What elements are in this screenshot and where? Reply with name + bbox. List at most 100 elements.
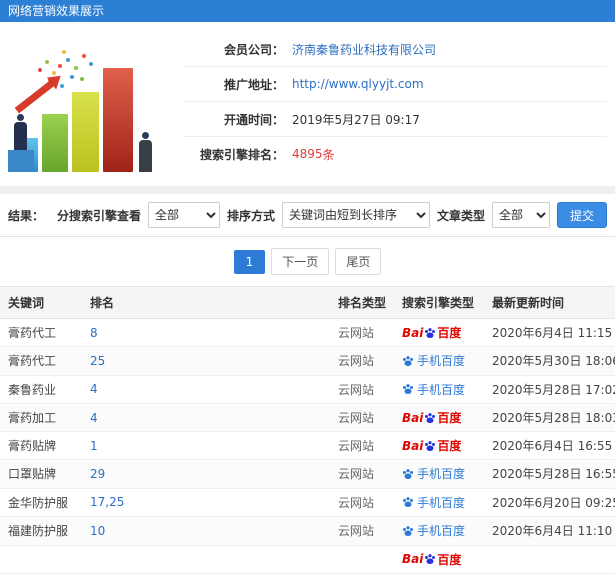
chart-bar-lime bbox=[72, 92, 99, 172]
column-header: 排名 bbox=[82, 286, 330, 319]
info-row: 推广地址： http://www.qlyyjt.com bbox=[184, 67, 607, 102]
table-row: 膏药代工 25 云网站 手机百度 2020年5月30日 18:06 bbox=[0, 346, 615, 376]
keyword-cell: 膏药代工 bbox=[0, 346, 82, 376]
engine-filter-label: 分搜索引擎查看 bbox=[56, 208, 141, 223]
rank-link[interactable]: 4 bbox=[90, 382, 98, 396]
article-type-select[interactable]: 全部 bbox=[491, 202, 550, 228]
paw-icon bbox=[403, 525, 413, 536]
rank-link[interactable]: 17,25 bbox=[90, 495, 124, 509]
paw-icon bbox=[425, 440, 436, 451]
engine-cell: Bai 百度 bbox=[394, 545, 484, 574]
rank-cell: 25 bbox=[82, 346, 330, 376]
baidu-logo-text: Bai bbox=[402, 325, 424, 340]
rank-table-header: 关键词 排名 排名类型 搜索引擎类型 最新更新时间 bbox=[0, 286, 615, 319]
rank-link[interactable]: 4 bbox=[90, 411, 98, 425]
keyword-cell: 秦鲁药业 bbox=[0, 375, 82, 404]
rank-type-label: 云网站 bbox=[338, 524, 375, 539]
table-row: 金华防护服 17,25 云网站 手机百度 2020年6月20日 09:25 bbox=[0, 488, 615, 517]
rank-cell: 8 bbox=[82, 318, 330, 347]
rank-type-cell bbox=[330, 545, 394, 574]
rank-type-cell: 云网站 bbox=[330, 318, 394, 347]
updated-cell: 2020年5月28日 18:03 bbox=[484, 403, 615, 432]
rank-type-label: 云网站 bbox=[338, 495, 375, 510]
rank-link[interactable]: 8 bbox=[90, 326, 98, 340]
mobile-baidu-label: 手机百度 bbox=[417, 382, 466, 397]
info-row: 搜索引擎排名： 4895 条 bbox=[184, 137, 607, 171]
sort-select[interactable]: 关键词由短到长排序 bbox=[281, 202, 430, 228]
rank-type-label: 云网站 bbox=[338, 354, 375, 369]
engine-select[interactable]: 全部 bbox=[147, 202, 220, 228]
engine-cell: 手机百度 bbox=[394, 375, 484, 404]
keyword-cell: 膏药代工 bbox=[0, 318, 82, 347]
rank-cell: 4 bbox=[82, 375, 330, 404]
rank-link[interactable]: 29 bbox=[90, 467, 105, 481]
rank-link[interactable]: 1 bbox=[90, 439, 98, 453]
last-page-button[interactable]: 尾页 bbox=[335, 248, 382, 275]
next-page-button[interactable]: 下一页 bbox=[271, 248, 330, 275]
baidu-logo-cn: 百度 bbox=[437, 326, 462, 340]
keyword-cell: 口罩贴牌 bbox=[0, 459, 82, 489]
paw-icon bbox=[403, 497, 413, 507]
rank-link[interactable]: 10 bbox=[90, 524, 105, 538]
sort-filter-label: 排序方式 bbox=[226, 208, 275, 223]
mobile-baidu-label: 手机百度 bbox=[417, 467, 466, 481]
updated-cell: 2020年6月20日 09:25 bbox=[484, 488, 615, 517]
baidu-logo-cn: 百度 bbox=[437, 439, 462, 453]
rank-type-cell: 云网站 bbox=[330, 346, 394, 376]
rank-link[interactable]: 25 bbox=[90, 354, 105, 368]
info-value: 2019年5月27日 09:17 bbox=[292, 112, 420, 127]
baidu-logo: Bai 百度 bbox=[402, 324, 461, 341]
baidu-logo: Bai 百度 bbox=[402, 437, 461, 454]
baidu-logo-cn: 百度 bbox=[437, 411, 462, 425]
table-row: 秦鲁药业 4 云网站 手机百度 2020年5月28日 17:02 bbox=[0, 375, 615, 404]
engine-cell: 手机百度 bbox=[394, 459, 484, 489]
info-row: 开通时间： 2019年5月27日 09:17 bbox=[184, 102, 607, 137]
info-value-link[interactable]: 济南秦鲁药业科技有限公司 bbox=[292, 41, 436, 58]
results-label: 结果： bbox=[8, 208, 45, 223]
paw-icon bbox=[425, 412, 436, 423]
baidu-logo-cn: 百度 bbox=[437, 552, 462, 567]
table-row: Bai 百度 bbox=[0, 545, 615, 574]
mobile-baidu-label: 手机百度 bbox=[417, 354, 466, 368]
rank-type-label: 云网站 bbox=[338, 467, 375, 482]
submit-button[interactable]: 提交 bbox=[556, 202, 607, 228]
engine-cell: 手机百度 bbox=[394, 516, 484, 546]
baidu-logo-text: Bai bbox=[402, 438, 424, 453]
confetti-dots bbox=[58, 64, 62, 68]
mobile-baidu: 手机百度 bbox=[402, 465, 465, 482]
businessman-left bbox=[14, 114, 27, 150]
engine-cell: Bai 百度 bbox=[394, 318, 484, 347]
updated-cell: 2020年5月28日 16:55 bbox=[484, 459, 615, 489]
rank-cell: 4 bbox=[82, 403, 330, 432]
table-row: 福建防护服 10 云网站 手机百度 2020年6月4日 11:10 bbox=[0, 516, 615, 546]
mobile-baidu: 手机百度 bbox=[402, 381, 465, 398]
mobile-baidu-label: 手机百度 bbox=[417, 524, 466, 538]
updated-cell: 2020年6月4日 11:10 bbox=[484, 516, 615, 546]
mobile-baidu: 手机百度 bbox=[402, 494, 465, 511]
businessman-right bbox=[139, 132, 152, 172]
growth-arrow-icon bbox=[14, 79, 56, 114]
engine-cell: Bai 百度 bbox=[394, 403, 484, 432]
filter-controls: 分搜索引擎查看 全部 排序方式 关键词由短到长排序 文章类型 全部 提交 bbox=[57, 202, 607, 228]
table-row: 膏药代工 8 云网站 Bai 百度 2020年6月4日 11:15 bbox=[0, 318, 615, 347]
rank-cell: 29 bbox=[82, 459, 330, 489]
info-label: 开通时间： bbox=[223, 112, 284, 127]
chart-bar-red bbox=[103, 68, 133, 172]
updated-cell: 2020年6月4日 11:15 bbox=[484, 318, 615, 347]
company-info-section: 会员公司： 济南秦鲁药业科技有限公司推广地址： http://www.qlyyjt.… bbox=[0, 22, 615, 186]
info-label: 推广地址： bbox=[223, 77, 284, 92]
page-title: 网络营销效果展示 bbox=[8, 4, 105, 18]
paw-icon bbox=[403, 355, 413, 366]
table-row: 膏药贴牌 1 云网站 Bai 百度 2020年6月4日 16:55 bbox=[0, 431, 615, 460]
rank-type-label: 云网站 bbox=[338, 439, 375, 453]
paw-icon bbox=[403, 468, 413, 479]
updated-cell bbox=[484, 545, 615, 574]
article-type-label: 文章类型 bbox=[436, 208, 485, 223]
info-label: 会员公司： bbox=[223, 42, 284, 57]
chart-bar-green bbox=[42, 114, 68, 172]
info-value-link[interactable]: http://www.qlyyjt.com bbox=[292, 77, 424, 91]
title-bar: 网络营销效果展示 bbox=[0, 0, 615, 22]
rank-type-label: 云网站 bbox=[338, 382, 375, 397]
rank-cell: 1 bbox=[82, 431, 330, 460]
page-number-current[interactable]: 1 bbox=[233, 249, 266, 274]
